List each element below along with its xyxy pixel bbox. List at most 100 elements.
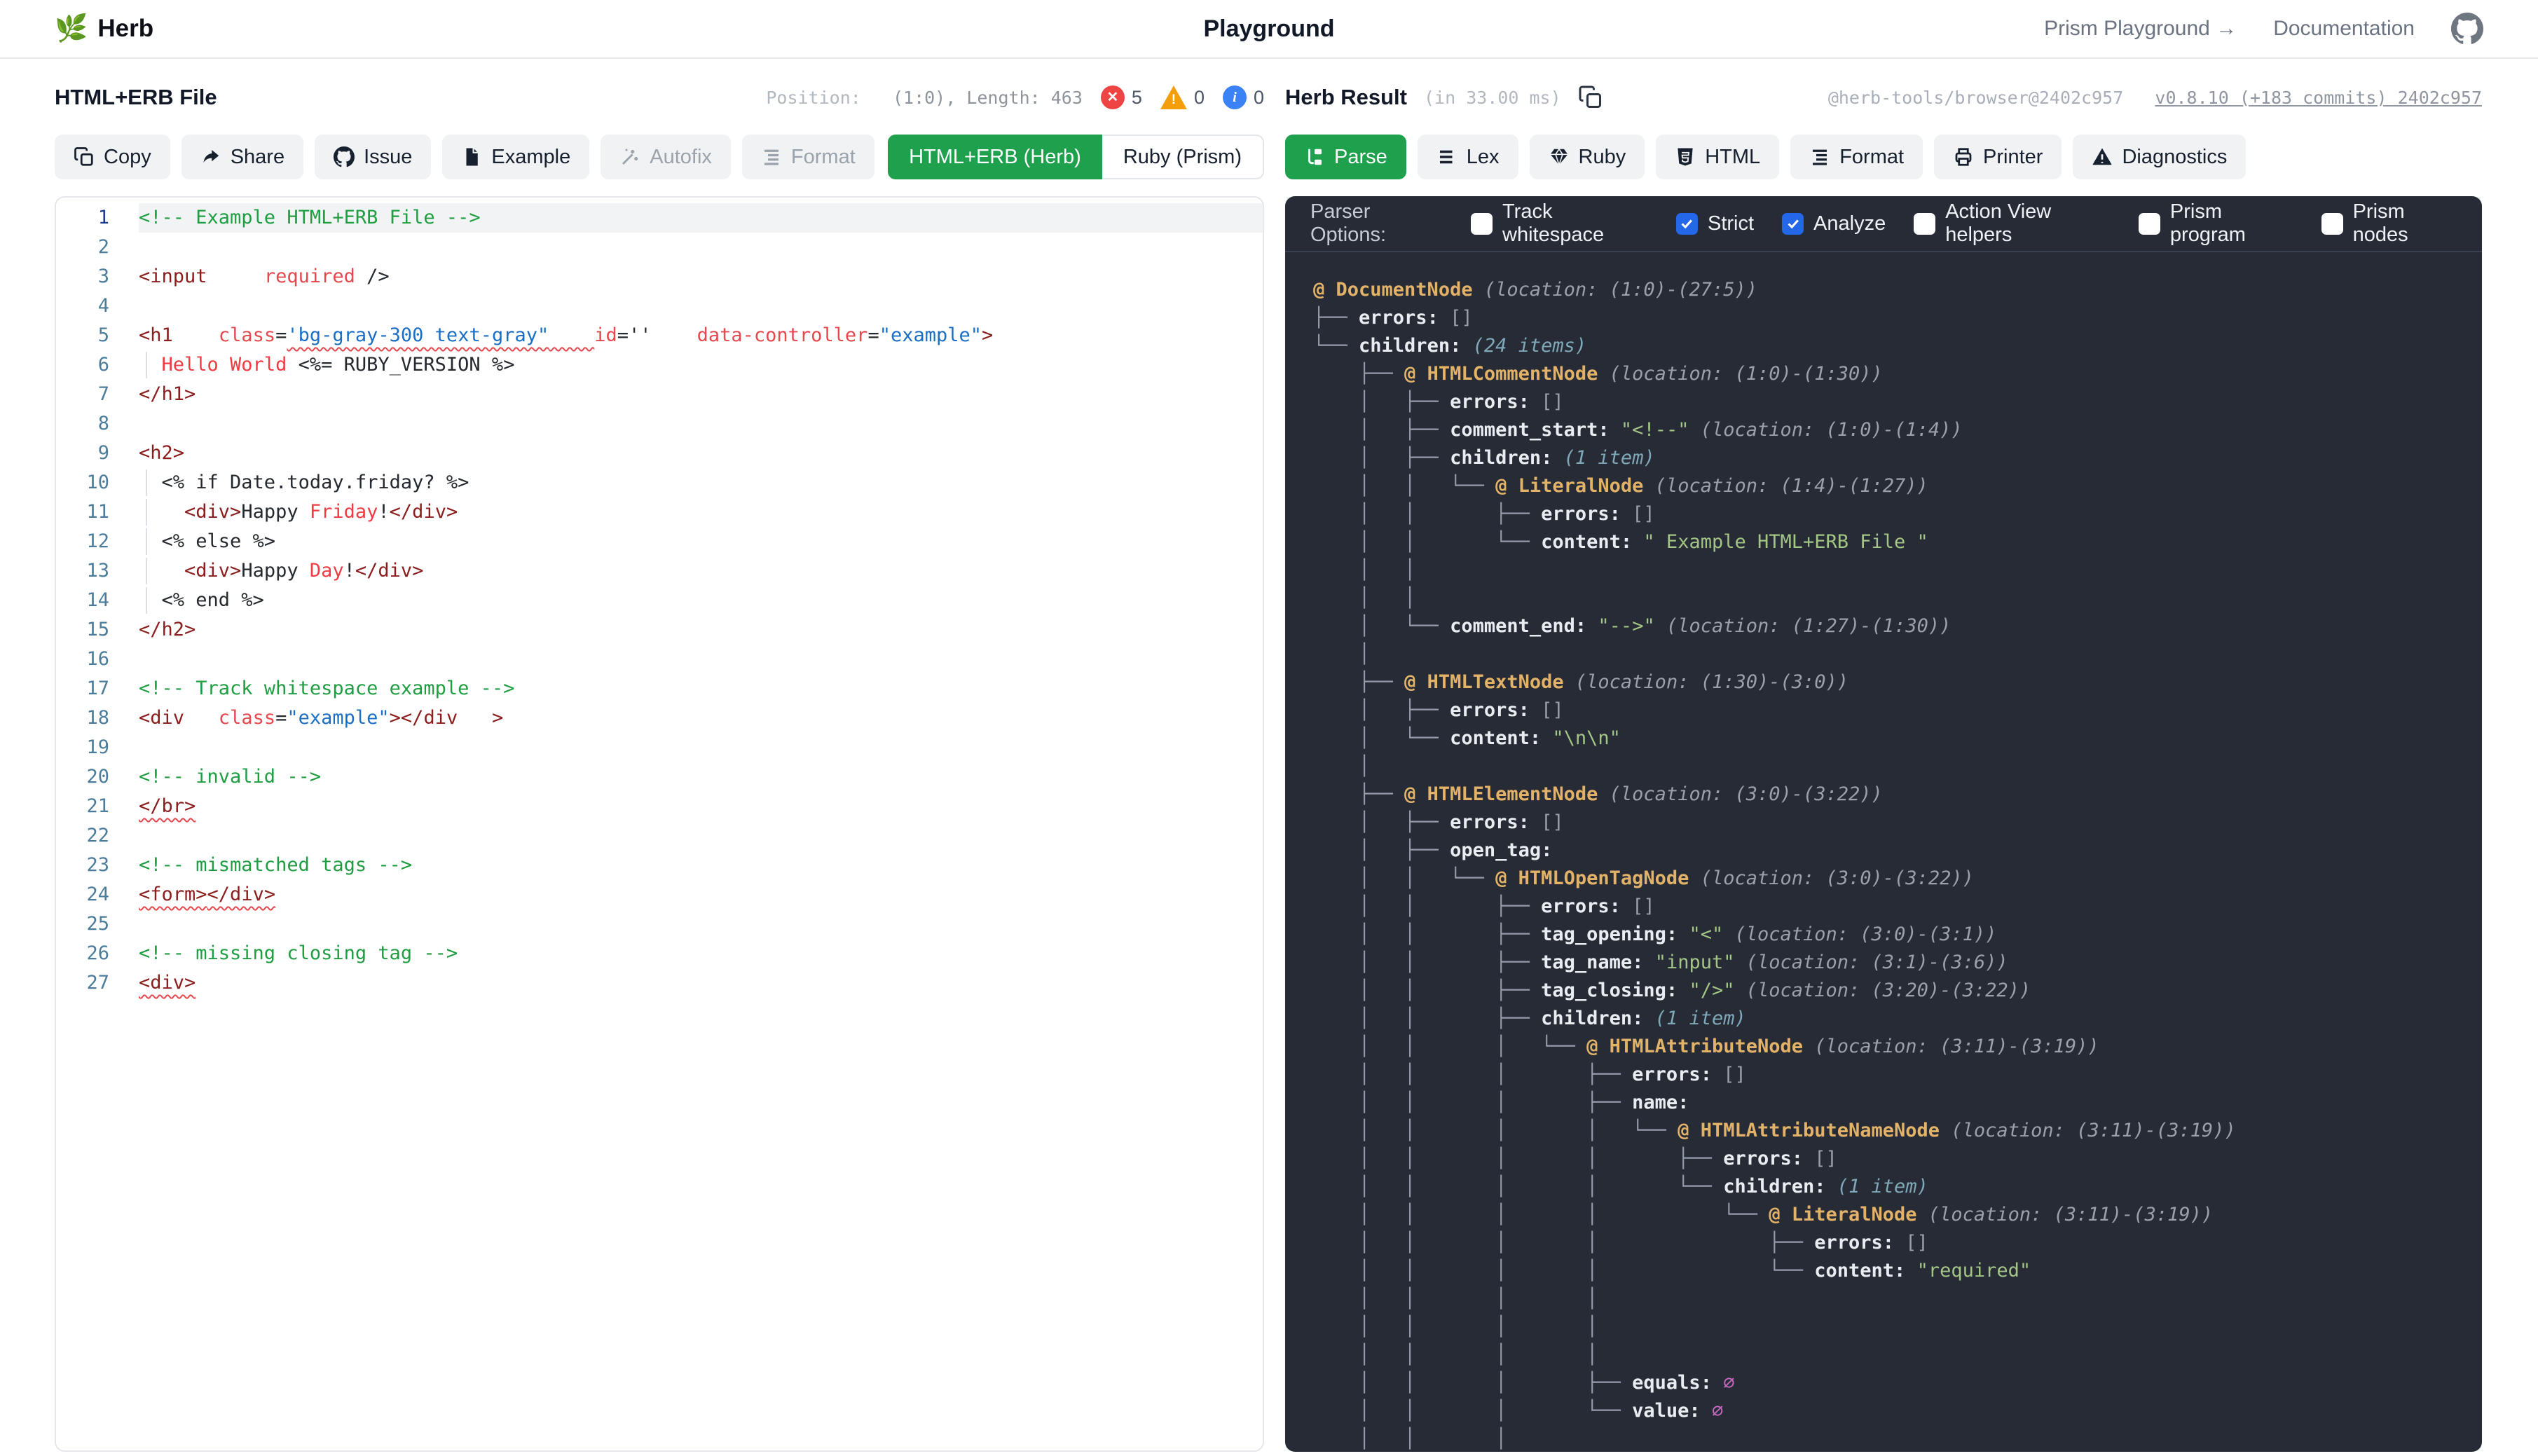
checkbox-unchecked-icon xyxy=(1471,213,1493,235)
code-line[interactable]: 10 <% if Date.today.friday? %> xyxy=(56,468,1263,497)
ast-line: │ │ │ │ xyxy=(1313,1285,2461,1313)
ast-line: │ ├── open_tag: xyxy=(1313,837,2461,865)
option-analyze[interactable]: Analyze xyxy=(1782,212,1886,235)
code-line[interactable]: 16 xyxy=(56,645,1263,674)
code-editor[interactable]: 1<!-- Example HTML+ERB File -->23<input … xyxy=(55,196,1264,1452)
editor-toolbar: CopyShare Issue Example AutofixFormat HTML+E… xyxy=(55,135,1264,179)
indent-guide xyxy=(146,499,147,526)
indent-guide xyxy=(146,558,147,584)
code-line[interactable]: 12 <% else %> xyxy=(56,527,1263,556)
ast-tree: @ DocumentNode (location: (1:0)-(27:5))├… xyxy=(1285,252,2482,1452)
option-prism-nodes[interactable]: Prism nodes xyxy=(2321,200,2457,247)
code-text: <div class="example"></div > xyxy=(139,703,1263,733)
code-line[interactable]: 23<!-- mismatched tags --> xyxy=(56,851,1263,880)
result-panel: Parser Options: Track whitespace Strict An… xyxy=(1285,196,2482,1452)
ruby-button[interactable]: Ruby xyxy=(1530,135,1645,179)
option-prism-program[interactable]: Prism program xyxy=(2139,200,2293,247)
ast-line: │ │ │ │ xyxy=(1313,1313,2461,1341)
code-text: <!-- Example HTML+ERB File --> xyxy=(139,203,1263,233)
line-number: 11 xyxy=(56,497,139,527)
ast-line: │ ├── errors: [] xyxy=(1313,696,2461,724)
format-result-button[interactable]: Format xyxy=(1790,135,1923,179)
diagnostics-button[interactable]: Diagnostics xyxy=(2073,135,2246,179)
code-line[interactable]: 11 <div>Happy Friday!</div> xyxy=(56,497,1263,527)
line-number: 24 xyxy=(56,880,139,909)
ast-line: │ │ │ │ └── children: (1 item) xyxy=(1313,1173,2461,1201)
code-text xyxy=(139,645,1263,674)
code-text xyxy=(139,291,1263,321)
copy-result-icon[interactable] xyxy=(1578,85,1603,110)
example-button[interactable]: Example xyxy=(442,135,589,179)
format-button[interactable]: Format xyxy=(742,135,874,179)
code-line[interactable]: 19 xyxy=(56,733,1263,762)
checkbox-unchecked-icon xyxy=(2321,213,2343,235)
code-line[interactable]: 4 xyxy=(56,291,1263,321)
copy-button[interactable]: Copy xyxy=(55,135,170,179)
code-line[interactable]: 9<h2> xyxy=(56,439,1263,468)
result-toolbar: Parse Lex RubyHTMLFormatPrinterDiagnostics xyxy=(1285,135,2482,179)
code-text: <% if Date.today.friday? %> xyxy=(139,468,1263,497)
html-button[interactable]: HTML xyxy=(1656,135,1779,179)
code-text: <!-- invalid --> xyxy=(139,762,1263,792)
code-line[interactable]: 7</h1> xyxy=(56,380,1263,409)
button-label: Parse xyxy=(1334,146,1387,169)
copy-icon xyxy=(74,146,95,167)
code-line[interactable]: 26<!-- missing closing tag --> xyxy=(56,939,1263,968)
line-number: 9 xyxy=(56,439,139,468)
option-track-whitespace[interactable]: Track whitespace xyxy=(1471,200,1648,247)
autofix-button[interactable]: Autofix xyxy=(601,135,731,179)
prism-playground-link[interactable]: Prism Playground → xyxy=(2044,17,2237,41)
ast-line: │ │ ├── errors: [] xyxy=(1313,500,2461,528)
option-strict[interactable]: Strict xyxy=(1676,212,1754,235)
ast-line: │ └── comment_end: "-->" (location: (1:2… xyxy=(1313,612,2461,640)
parser-options-label: Parser Options: xyxy=(1310,200,1443,247)
code-line[interactable]: 3<input required /> xyxy=(56,262,1263,291)
line-number: 15 xyxy=(56,615,139,645)
code-line[interactable]: 15</h2> xyxy=(56,615,1263,645)
code-line[interactable]: 8 xyxy=(56,409,1263,439)
code-line[interactable]: 13 <div>Happy Day!</div> xyxy=(56,556,1263,586)
version-link[interactable]: v0.8.10 (+183 commits) 2402c957 xyxy=(2155,88,2482,108)
code-line[interactable]: 1<!-- Example HTML+ERB File --> xyxy=(56,203,1263,233)
printer-button[interactable]: Printer xyxy=(1934,135,2062,179)
share-button[interactable]: Share xyxy=(181,135,303,179)
documentation-link[interactable]: Documentation xyxy=(2273,17,2415,41)
tab-html-erb-herb[interactable]: HTML+ERB (Herb) xyxy=(888,135,1102,179)
option-action-view-helpers[interactable]: Action View helpers xyxy=(1914,200,2111,247)
tab-ruby-prism[interactable]: Ruby (Prism) xyxy=(1102,135,1264,179)
code-line[interactable]: 22 xyxy=(56,821,1263,851)
app-header: 🌿 Herb Playground Prism Playground → Doc… xyxy=(0,0,2538,59)
code-line[interactable]: 24<form></div> xyxy=(56,880,1263,909)
code-line[interactable]: 5<h1 class='bg-gray-300 text-gray" id=''… xyxy=(56,321,1263,350)
code-line[interactable]: 21</br> xyxy=(56,792,1263,821)
ast-line: │ │ │ │ xyxy=(1313,1341,2461,1369)
format-icon xyxy=(761,146,782,167)
warning-icon: ! xyxy=(1160,85,1187,109)
error-count-badge: ✕ 5 xyxy=(1101,85,1142,109)
code-line[interactable]: 20<!-- invalid --> xyxy=(56,762,1263,792)
option-label: Prism nodes xyxy=(2353,200,2457,247)
lex-button[interactable]: Lex xyxy=(1418,135,1518,179)
button-label: Issue xyxy=(364,146,412,169)
ast-line: │ │ └── @ LiteralNode (location: (1:4)-(… xyxy=(1313,472,2461,500)
code-line[interactable]: 14 <% end %> xyxy=(56,586,1263,615)
line-number: 14 xyxy=(56,586,139,615)
line-number: 3 xyxy=(56,262,139,291)
code-line[interactable]: 17<!-- Track whitespace example --> xyxy=(56,674,1263,703)
github-icon[interactable] xyxy=(2451,13,2483,45)
option-label: Action View helpers xyxy=(1945,200,2111,247)
code-text: <h1 class='bg-gray-300 text-gray" id='' … xyxy=(139,321,1263,350)
wand-icon xyxy=(619,146,640,167)
code-line[interactable]: 2 xyxy=(56,233,1263,262)
ast-line: │ │ ├── tag_opening: "<" (location: (3:0… xyxy=(1313,921,2461,949)
code-text: Hello World <%= RUBY_VERSION %> xyxy=(139,350,1263,380)
list-icon xyxy=(1436,146,1457,167)
code-line[interactable]: 27<div> xyxy=(56,968,1263,998)
code-line[interactable]: 18<div class="example"></div > xyxy=(56,703,1263,733)
code-text: <!-- Track whitespace example --> xyxy=(139,674,1263,703)
ast-line: ├── @ HTMLElementNode (location: (3:0)-(… xyxy=(1313,781,2461,809)
parse-button[interactable]: Parse xyxy=(1285,135,1406,179)
issue-button[interactable]: Issue xyxy=(315,135,431,179)
code-line[interactable]: 6 Hello World <%= RUBY_VERSION %> xyxy=(56,350,1263,380)
code-line[interactable]: 25 xyxy=(56,909,1263,939)
